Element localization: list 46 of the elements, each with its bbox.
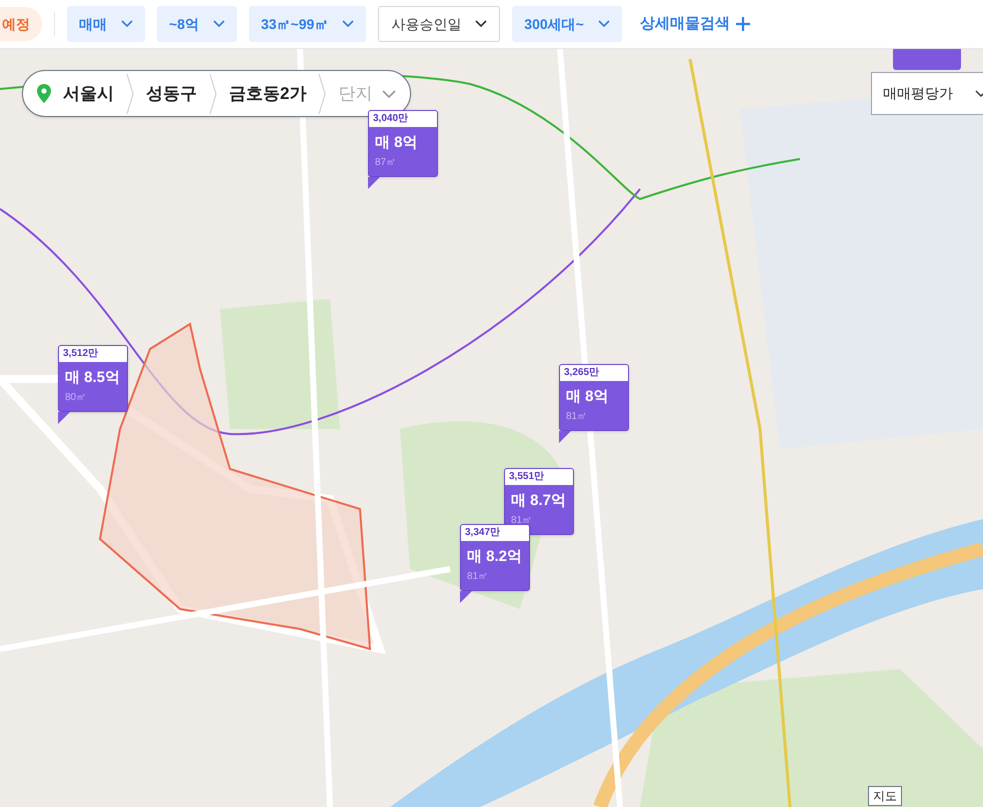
chevron-down-icon bbox=[212, 20, 225, 28]
price-text: 매 8.5억 bbox=[64, 368, 122, 388]
unit-price-text: 3,347만 bbox=[461, 525, 529, 541]
chevron-down-icon bbox=[598, 20, 610, 28]
breadcrumb-item[interactable]: 서울시 bbox=[63, 80, 114, 106]
price-marker[interactable]: 3,512만 매 8.5억 80㎡ bbox=[58, 345, 128, 412]
filter-dropdown[interactable]: 33㎡~99㎡ bbox=[248, 6, 366, 42]
breadcrumb-item[interactable]: 금호동2가 bbox=[229, 80, 306, 106]
filter-dropdown[interactable]: 300세대~ bbox=[512, 6, 622, 42]
price-type-dropdown[interactable]: 매매평당가 bbox=[871, 72, 983, 115]
price-text: 매 8.7억 bbox=[510, 491, 568, 511]
unit-price-text: 3,551만 bbox=[505, 469, 573, 485]
price-marker[interactable] bbox=[893, 49, 961, 70]
chevron-right-icon bbox=[126, 72, 134, 116]
unit-price-text: 3,265만 bbox=[560, 365, 628, 381]
unit-price-text: 3,040만 bbox=[369, 111, 437, 127]
filter-dropdown[interactable]: 사용승인일 bbox=[378, 6, 500, 42]
price-marker[interactable]: 3,347만 매 8.2억 81㎡ bbox=[460, 524, 530, 590]
marker-pointer-icon bbox=[58, 412, 70, 424]
price-text: 매 8.2억 bbox=[466, 547, 524, 567]
area-text: 87㎡ bbox=[374, 156, 398, 170]
marker-pointer-icon bbox=[559, 430, 571, 442]
filter-dropdown[interactable]: ~8억 bbox=[157, 6, 237, 42]
chevron-down-icon bbox=[342, 20, 354, 28]
chevron-down-icon bbox=[475, 20, 488, 28]
chevron-right-icon bbox=[318, 72, 326, 116]
chevron-down-icon bbox=[121, 20, 133, 28]
price-marker[interactable]: 3,040만 매 8억 87㎡ bbox=[368, 110, 438, 176]
marker-pointer-icon bbox=[460, 590, 472, 602]
marker-pointer-icon bbox=[368, 176, 380, 188]
unit-price-text: 3,512만 bbox=[59, 346, 127, 362]
map-legend-button[interactable]: 지도 bbox=[868, 786, 902, 806]
plus-icon bbox=[736, 17, 750, 31]
breadcrumb-item[interactable]: 성동구 bbox=[146, 80, 197, 106]
area-text: 80㎡ bbox=[64, 390, 88, 404]
filter-dropdown[interactable]: 매매 bbox=[67, 6, 145, 42]
price-marker[interactable]: 3,551만 매 8.7억 81㎡ bbox=[504, 468, 574, 534]
chevron-right-icon bbox=[209, 72, 217, 116]
area-text: 81㎡ bbox=[466, 570, 490, 584]
map-pin-icon bbox=[37, 84, 51, 103]
price-text: 매 8억 bbox=[565, 387, 610, 407]
area-text: 81㎡ bbox=[565, 410, 588, 424]
detail-search-link[interactable]: 상세매물검색 bbox=[640, 12, 750, 36]
price-text: 매 8억 bbox=[374, 133, 419, 153]
chevron-down-icon bbox=[382, 90, 396, 98]
price-marker[interactable]: 3,265만 매 8억 81㎡ bbox=[559, 364, 629, 430]
